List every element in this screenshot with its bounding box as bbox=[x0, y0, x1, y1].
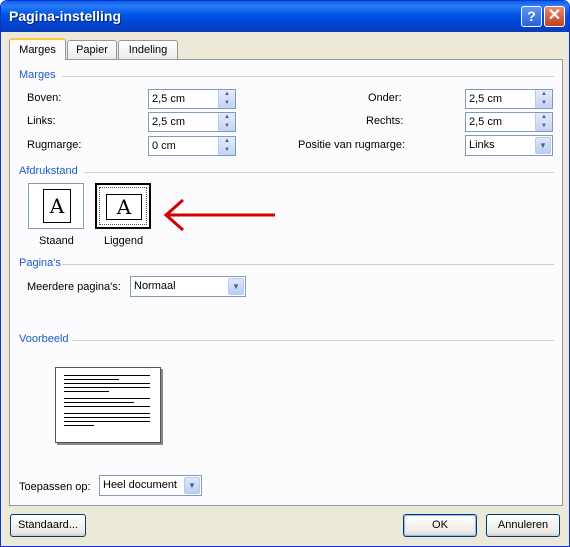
spinner-arrows-icon[interactable]: ▲ ▼ bbox=[218, 113, 235, 131]
gutter-position-label: Positie van rugmarge: bbox=[298, 139, 405, 151]
chevron-down-icon[interactable]: ▼ bbox=[228, 278, 244, 295]
title-bar[interactable]: Pagina-instelling ? ✕ bbox=[1, 1, 569, 32]
gutter-value: 0 cm bbox=[152, 140, 176, 152]
bottom-margin-label: Onder: bbox=[368, 92, 402, 104]
multiple-pages-select[interactable]: Normaal ▼ bbox=[130, 276, 246, 297]
apply-to-label: Toepassen op: bbox=[19, 481, 91, 493]
gutter-position-select[interactable]: Links ▼ bbox=[465, 135, 553, 156]
preview-text-line bbox=[64, 387, 150, 388]
spinner-arrows-icon[interactable]: ▲ ▼ bbox=[218, 90, 235, 108]
section-divider bbox=[84, 172, 554, 173]
window-title: Pagina-instelling bbox=[9, 8, 122, 24]
preview-text-line bbox=[64, 375, 150, 376]
preview-text-line bbox=[64, 379, 119, 380]
preview-text-line bbox=[64, 391, 109, 392]
section-paginas-label: Pagina's bbox=[19, 257, 61, 269]
cancel-button[interactable]: Annuleren bbox=[486, 514, 560, 537]
chevron-down-icon[interactable]: ▼ bbox=[535, 137, 551, 154]
spinner-arrows-icon[interactable]: ▲ ▼ bbox=[535, 113, 552, 131]
section-afdrukstand-label: Afdrukstand bbox=[19, 165, 78, 177]
gutter-position-value: Links bbox=[469, 139, 495, 151]
right-margin-label: Rechts: bbox=[366, 115, 404, 127]
preview-text-line bbox=[64, 402, 134, 403]
annotation-arrow-icon bbox=[163, 198, 275, 232]
bottom-margin-value: 2,5 cm bbox=[469, 93, 503, 105]
section-divider bbox=[72, 340, 554, 341]
help-icon: ? bbox=[527, 8, 536, 24]
right-margin-field[interactable]: 2,5 cm ▲ ▼ bbox=[465, 112, 553, 132]
preview-text-line bbox=[64, 417, 150, 418]
section-divider bbox=[62, 264, 554, 265]
page-setup-dialog: Pagina-instelling ? ✕ Marges Papier Inde… bbox=[0, 0, 570, 547]
page-preview bbox=[55, 367, 161, 443]
ok-button[interactable]: OK bbox=[403, 514, 477, 537]
gutter-field[interactable]: 0 cm ▲ ▼ bbox=[148, 136, 236, 156]
tab-papier[interactable]: Papier bbox=[67, 40, 117, 59]
top-margin-value: 2,5 cm bbox=[152, 93, 186, 105]
apply-to-select[interactable]: Heel document ▼ bbox=[99, 475, 202, 496]
left-margin-field[interactable]: 2,5 cm ▲ ▼ bbox=[148, 112, 236, 132]
help-button[interactable]: ? bbox=[521, 6, 542, 27]
preview-text-line bbox=[64, 421, 150, 422]
spinner-arrows-icon[interactable]: ▲ ▼ bbox=[535, 90, 552, 108]
tab-panel: Marges Boven: 2,5 cm ▲ ▼ Links: 2,5 cm ▲ ▼… bbox=[9, 59, 563, 506]
landscape-label: Liggend bbox=[104, 235, 144, 247]
preview-text-line bbox=[64, 383, 150, 384]
spinner-arrows-icon[interactable]: ▲ ▼ bbox=[218, 137, 235, 155]
landscape-page-icon: A bbox=[106, 194, 142, 220]
portrait-page-icon: A bbox=[43, 189, 71, 223]
left-margin-value: 2,5 cm bbox=[152, 116, 186, 128]
preview-text-line bbox=[64, 406, 150, 407]
right-margin-value: 2,5 cm bbox=[469, 116, 503, 128]
top-margin-label: Boven: bbox=[27, 92, 62, 104]
preview-text-line bbox=[64, 398, 150, 399]
portrait-label: Staand bbox=[39, 235, 74, 247]
chevron-down-icon[interactable]: ▼ bbox=[184, 477, 200, 494]
section-divider bbox=[62, 76, 554, 77]
gutter-label: Rugmarge: bbox=[27, 139, 82, 151]
close-icon: ✕ bbox=[547, 7, 562, 24]
tab-indeling[interactable]: Indeling bbox=[118, 40, 178, 59]
tab-marges[interactable]: Marges bbox=[9, 38, 66, 60]
top-margin-field[interactable]: 2,5 cm ▲ ▼ bbox=[148, 89, 236, 109]
section-voorbeeld-label: Voorbeeld bbox=[19, 333, 69, 345]
preview-text-line bbox=[64, 425, 94, 426]
apply-to-value: Heel document bbox=[103, 479, 177, 491]
bottom-margin-field[interactable]: 2,5 cm ▲ ▼ bbox=[465, 89, 553, 109]
section-marges-label: Marges bbox=[19, 69, 56, 81]
close-button[interactable]: ✕ bbox=[544, 6, 565, 27]
multiple-pages-value: Normaal bbox=[134, 280, 176, 292]
left-margin-label: Links: bbox=[27, 115, 56, 127]
portrait-option[interactable]: A bbox=[28, 183, 84, 229]
preview-text-line bbox=[64, 413, 150, 414]
landscape-option[interactable]: A bbox=[95, 183, 151, 229]
default-button[interactable]: Standaard... bbox=[10, 514, 86, 537]
multiple-pages-label: Meerdere pagina's: bbox=[27, 281, 121, 293]
